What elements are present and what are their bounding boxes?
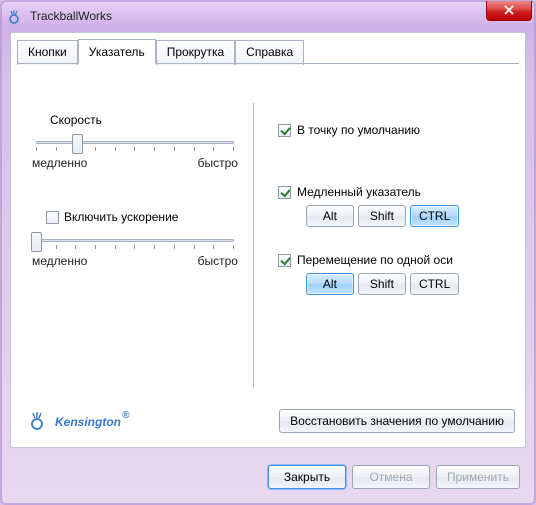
speed-label: Скорость [50,113,238,127]
speed-slider-rail [36,141,234,144]
option-axis-lock: Перемещение по одной оси Alt Shift CTRL [278,253,504,295]
acceleration-slider-rail [36,239,234,242]
axis-mod-alt[interactable]: Alt [306,273,354,295]
option-snap-default: В точку по умолчанию [278,123,504,137]
brand-logo: Kensington ® [29,410,128,433]
tab-buttons[interactable]: Кнопки [17,40,78,65]
speed-min-label: медленно [32,156,87,170]
window-frame: TrackballWorks Кнопки Указатель Прокрутк… [0,0,536,505]
tab-bar: Кнопки Указатель Прокрутка Справка [17,39,531,64]
apply-button: Применить [436,465,520,489]
acceleration-min-label: медленно [32,254,87,268]
titlebar[interactable]: TrackballWorks [2,2,534,30]
slow-mod-ctrl[interactable]: CTRL [410,205,459,227]
window-close-button[interactable] [486,1,532,21]
restore-defaults-button[interactable]: Восстановить значения по умолчанию [279,409,515,433]
app-icon [8,8,24,24]
acceleration-slider[interactable] [32,230,238,252]
brand-icon [29,410,49,433]
slow-mod-shift[interactable]: Shift [358,205,406,227]
left-column: Скорость медленно быстро Включить уско [17,63,253,397]
snap-default-checkbox[interactable] [278,124,291,137]
axis-lock-checkbox[interactable] [278,254,291,267]
speed-slider-thumb[interactable] [72,134,83,154]
acceleration-group: Включить ускорение медленно быстро [32,210,238,268]
dialog-client-area: Кнопки Указатель Прокрутка Справка Скоро… [10,32,526,448]
close-button[interactable]: Закрыть [268,465,346,489]
acceleration-slider-ticks [36,245,234,251]
slow-pointer-modifiers: Alt Shift CTRL [306,205,504,227]
window-title: TrackballWorks [30,9,112,23]
tab-pointer[interactable]: Указатель [78,39,156,64]
slow-pointer-label: Медленный указатель [297,185,421,199]
speed-slider-ticks [36,147,234,153]
axis-mod-ctrl[interactable]: CTRL [410,273,459,295]
option-slow-pointer: Медленный указатель Alt Shift CTRL [278,185,504,227]
axis-lock-label: Перемещение по одной оси [297,253,453,267]
brand-text: Kensington [55,415,121,429]
speed-min-max: медленно быстро [32,156,238,170]
dialog-footer: Закрыть Отмена Применить [268,465,520,489]
right-column: В точку по умолчанию Медленный указатель… [253,103,519,387]
acceleration-checkbox-label: Включить ускорение [64,210,178,224]
tab-scrolling[interactable]: Прокрутка [156,40,235,65]
speed-max-label: быстро [198,156,238,170]
close-icon [503,4,515,18]
slow-pointer-checkbox[interactable] [278,186,291,199]
acceleration-slider-thumb[interactable] [31,232,42,252]
acceleration-checkbox[interactable] [46,211,59,224]
axis-lock-modifiers: Alt Shift CTRL [306,273,504,295]
speed-slider[interactable] [32,132,238,154]
acceleration-max-label: быстро [198,254,238,268]
speed-group: Скорость медленно быстро [32,113,238,170]
cancel-button: Отмена [352,465,430,489]
restore-defaults-label: Восстановить значения по умолчанию [290,414,504,428]
snap-default-label: В точку по умолчанию [297,123,420,137]
tab-help[interactable]: Справка [235,40,304,65]
acceleration-min-max: медленно быстро [32,254,238,268]
axis-mod-shift[interactable]: Shift [358,273,406,295]
trademark-symbol: ® [122,410,129,421]
tab-content-pointer: Скорость медленно быстро Включить уско [17,63,519,397]
slow-mod-alt[interactable]: Alt [306,205,354,227]
